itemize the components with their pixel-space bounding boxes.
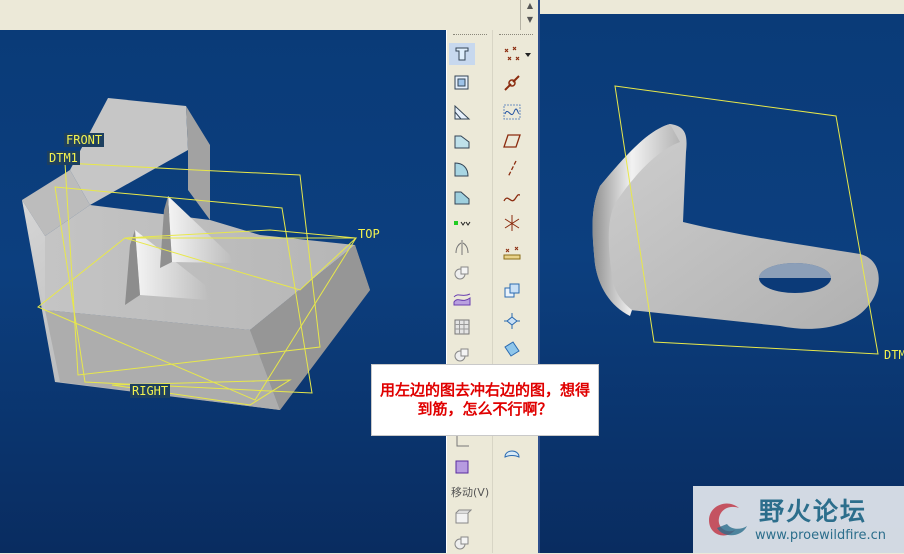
chain-icon[interactable]: [499, 72, 525, 94]
watermark-title: 野火论坛: [759, 497, 868, 526]
forum-logo-icon: [709, 503, 747, 536]
sketch-plane-icon[interactable]: [499, 130, 525, 152]
datum-toolbar-right: [492, 30, 539, 553]
ref-points-icon[interactable]: [449, 212, 475, 234]
chamfer-icon[interactable]: [449, 158, 475, 180]
left-model-graphics: [22, 98, 370, 410]
watermark-url: www.proewildfire.cn: [755, 528, 886, 543]
scroll-down-icon[interactable]: ▼: [525, 15, 535, 25]
axis-icon[interactable]: [499, 158, 525, 180]
analysis-icon[interactable]: [499, 240, 525, 262]
transform-icon[interactable]: [499, 310, 525, 332]
datum-dtm1-label: DTM1: [47, 151, 80, 165]
dropdown-arrow-icon[interactable]: [523, 44, 533, 66]
scroll-up-icon[interactable]: ▲: [525, 1, 535, 11]
right-window-top-bar: [540, 0, 904, 15]
datum-curve-icon[interactable]: [499, 101, 525, 123]
annotation-box: 用左边的图去冲右边的图，想得到筋，怎么不行啊？: [371, 364, 599, 436]
revolve-icon[interactable]: [449, 344, 475, 366]
left-model-viewport[interactable]: FRONT DTM1 TOP RIGHT: [0, 30, 446, 553]
datum-front-label: FRONT: [64, 133, 105, 147]
toolbar-grip: [499, 34, 533, 37]
toolbar-grip: [453, 34, 487, 37]
shell2-icon[interactable]: [449, 506, 475, 528]
round-icon[interactable]: [449, 130, 475, 152]
grid-icon[interactable]: [449, 316, 475, 338]
move-menu-label[interactable]: 移动(V): [451, 484, 489, 500]
mirror-icon[interactable]: [449, 236, 475, 258]
window-top-bar: [0, 0, 520, 31]
surface-icon[interactable]: [449, 288, 475, 310]
copy-icon[interactable]: [499, 280, 525, 302]
datum-point-icon[interactable]: [499, 43, 525, 65]
forum-watermark: 野火论坛 www.proewildfire.cn: [693, 486, 904, 553]
datum-dtm-label: DTM: [884, 348, 904, 362]
right-model-graphics: [592, 85, 879, 355]
datum-right-label: RIGHT: [130, 384, 171, 398]
datum-top-label: TOP: [358, 227, 380, 241]
feature-toolbar-left: 移动(V): [446, 30, 493, 553]
right-model-viewport[interactable]: DTM: [540, 14, 904, 553]
rib-icon[interactable]: [449, 101, 475, 123]
pattern-icon[interactable]: [449, 262, 475, 284]
scrollbar[interactable]: ▲ ▼: [520, 0, 539, 30]
offset-icon[interactable]: [499, 338, 525, 360]
curve-icon[interactable]: [499, 186, 525, 208]
draft-icon[interactable]: [449, 43, 475, 65]
pattern2-icon[interactable]: [449, 532, 475, 554]
round-set-icon[interactable]: [449, 186, 475, 208]
shell-icon[interactable]: [449, 72, 475, 94]
sheetmetal-bracket: [592, 124, 879, 329]
note-icon[interactable]: [499, 442, 525, 464]
coordinate-system-icon[interactable]: [499, 212, 525, 234]
merge-icon[interactable]: [449, 456, 475, 478]
annotation-text: 用左边的图去冲右边的图，想得到筋，怎么不行啊？: [379, 381, 590, 418]
